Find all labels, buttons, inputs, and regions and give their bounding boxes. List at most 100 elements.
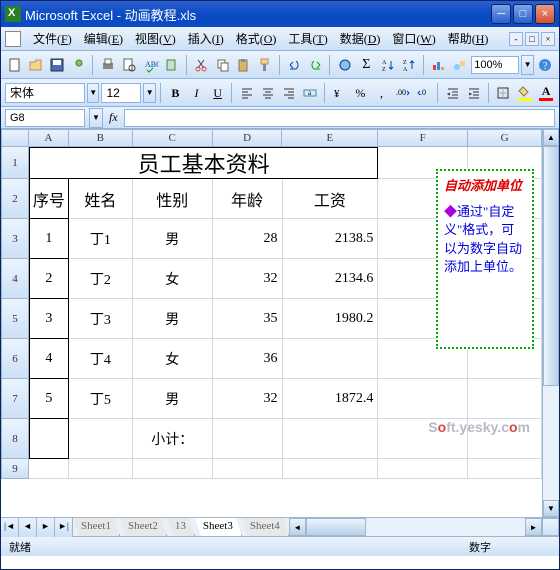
sort-desc-button[interactable]: ZA <box>399 54 418 76</box>
comma-button[interactable]: , <box>372 82 391 104</box>
cell[interactable] <box>468 379 542 419</box>
col-header-E[interactable]: E <box>282 129 378 147</box>
cell[interactable]: 男 <box>133 219 213 259</box>
font-color-button[interactable]: A <box>536 82 555 104</box>
menu-帮助H[interactable]: 帮助(H) <box>442 28 495 49</box>
cell[interactable]: 年龄 <box>213 179 283 219</box>
row-header-9[interactable]: 9 <box>1 459 29 479</box>
align-center-button[interactable] <box>258 82 277 104</box>
cell[interactable] <box>69 419 133 459</box>
font-name-input[interactable] <box>5 83 85 103</box>
doc-close-button[interactable]: × <box>541 32 555 46</box>
align-left-button[interactable] <box>237 82 256 104</box>
cell[interactable]: 2138.5 <box>283 219 379 259</box>
cell[interactable]: 丁3 <box>69 299 133 339</box>
row-header-7[interactable]: 7 <box>1 379 29 419</box>
row-header-8[interactable]: 8 <box>1 419 29 459</box>
cell[interactable]: 5 <box>29 379 69 419</box>
doc-restore-button[interactable]: □ <box>525 32 539 46</box>
cell[interactable]: 男 <box>133 379 213 419</box>
tab-first-button[interactable]: |◄ <box>1 518 19 537</box>
cell[interactable] <box>283 459 379 479</box>
cell[interactable] <box>378 379 468 419</box>
sheet-tab-Sheet1[interactable]: Sheet1 <box>73 518 120 536</box>
tab-prev-button[interactable]: ◄ <box>19 518 37 537</box>
scroll-left-button[interactable]: ◄ <box>289 518 306 536</box>
decrease-indent-button[interactable] <box>443 82 462 104</box>
doc-minimize-button[interactable]: - <box>509 32 523 46</box>
maximize-button[interactable]: □ <box>513 4 533 24</box>
decrease-decimal-button[interactable]: .0 <box>414 82 433 104</box>
cell[interactable] <box>133 459 213 479</box>
font-size-dropdown[interactable]: ▼ <box>143 83 155 103</box>
cell[interactable]: 丁2 <box>69 259 133 299</box>
name-box[interactable] <box>5 109 85 127</box>
copy-button[interactable] <box>213 54 232 76</box>
row-header-4[interactable]: 4 <box>1 259 29 299</box>
sheet-tab-Sheet2[interactable]: Sheet2 <box>120 518 167 536</box>
cell[interactable]: 35 <box>213 299 283 339</box>
menu-视图V[interactable]: 视图(V) <box>129 28 182 49</box>
col-header-F[interactable]: F <box>378 129 468 147</box>
name-box-dropdown[interactable]: ▼ <box>89 108 103 128</box>
format-painter-button[interactable] <box>256 54 275 76</box>
cell[interactable]: 性别 <box>133 179 213 219</box>
cell[interactable]: 男 <box>133 299 213 339</box>
cell[interactable]: 2134.6 <box>283 259 379 299</box>
cell[interactable]: 4 <box>29 339 69 379</box>
align-right-button[interactable] <box>279 82 298 104</box>
print-button[interactable] <box>98 54 117 76</box>
menu-窗口W[interactable]: 窗口(W) <box>386 28 441 49</box>
minimize-button[interactable]: ─ <box>491 4 511 24</box>
cell[interactable]: 女 <box>133 339 213 379</box>
redo-button[interactable] <box>306 54 325 76</box>
italic-button[interactable]: I <box>187 82 206 104</box>
cell[interactable]: 2 <box>29 259 69 299</box>
document-icon[interactable] <box>5 31 21 47</box>
col-header-C[interactable]: C <box>133 129 213 147</box>
cell[interactable]: 36 <box>213 339 283 379</box>
sheet-tab-Sheet3[interactable]: Sheet3 <box>195 518 242 536</box>
fill-color-button[interactable] <box>515 82 534 104</box>
menu-格式O[interactable]: 格式(O) <box>230 28 283 49</box>
new-button[interactable] <box>5 54 24 76</box>
research-button[interactable] <box>162 54 181 76</box>
hscroll-thumb[interactable] <box>306 518 366 536</box>
cell[interactable]: 1 <box>29 219 69 259</box>
cell[interactable]: 丁4 <box>69 339 133 379</box>
col-header-D[interactable]: D <box>213 129 283 147</box>
cell[interactable]: 序号 <box>29 179 69 219</box>
cell[interactable] <box>283 419 379 459</box>
increase-decimal-button[interactable]: .00 <box>393 82 412 104</box>
borders-button[interactable] <box>493 82 512 104</box>
font-size-input[interactable] <box>101 83 141 103</box>
spelling-button[interactable]: ABC <box>141 54 160 76</box>
cell[interactable]: 女 <box>133 259 213 299</box>
bold-button[interactable]: B <box>166 82 185 104</box>
col-header-G[interactable]: G <box>468 129 542 147</box>
chart-button[interactable] <box>429 54 448 76</box>
row-header-6[interactable]: 6 <box>1 339 29 379</box>
menu-数据D[interactable]: 数据(D) <box>334 28 387 49</box>
row-header-3[interactable]: 3 <box>1 219 29 259</box>
sort-asc-button[interactable]: AZ <box>378 54 397 76</box>
increase-indent-button[interactable] <box>464 82 483 104</box>
paste-button[interactable] <box>234 54 253 76</box>
save-button[interactable] <box>48 54 67 76</box>
merge-center-button[interactable]: a <box>301 82 320 104</box>
cell[interactable]: 员工基本资料 <box>29 147 378 179</box>
open-button[interactable] <box>26 54 45 76</box>
cell[interactable] <box>378 459 468 479</box>
sheet-tab-Sheet4[interactable]: Sheet4 <box>242 518 289 536</box>
currency-button[interactable]: ¥ <box>330 82 349 104</box>
formula-input[interactable] <box>124 109 555 127</box>
cell[interactable] <box>213 419 283 459</box>
zoom-dropdown[interactable]: ▼ <box>521 55 534 75</box>
font-name-dropdown[interactable]: ▼ <box>87 83 99 103</box>
cell[interactable]: 28 <box>213 219 283 259</box>
fx-icon[interactable]: fx <box>109 110 118 125</box>
menu-编辑E[interactable]: 编辑(E) <box>78 28 129 49</box>
scroll-up-button[interactable]: ▲ <box>543 129 559 146</box>
print-preview-button[interactable] <box>120 54 139 76</box>
horizontal-scrollbar[interactable]: ◄ ► <box>289 518 542 536</box>
